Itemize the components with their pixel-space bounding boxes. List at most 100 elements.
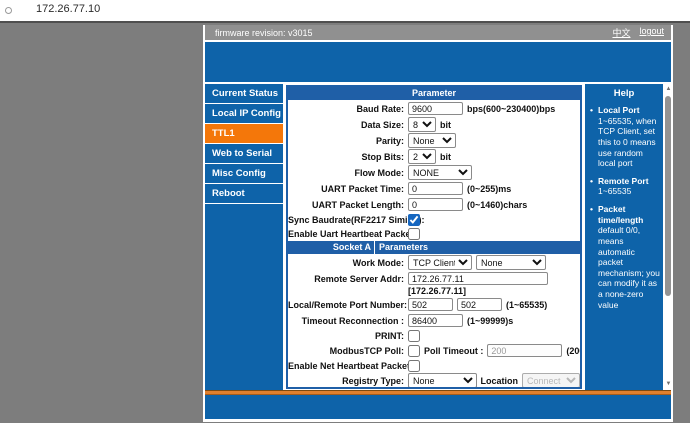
sync-baudrate-row: Sync Baudrate(RF2217 Similar):	[288, 213, 580, 226]
modbus-poll-label: ModbusTCP Poll:	[329, 345, 404, 356]
site-circle-icon	[5, 7, 12, 14]
parity-label: Parity:	[375, 135, 404, 146]
baud-rate-row: Baud Rate: bps(600~230400)bps	[288, 101, 580, 116]
sidebar-item-current-status[interactable]: Current Status	[205, 84, 283, 104]
sidebar-item-misc-config[interactable]: Misc Config	[205, 164, 283, 184]
bullet-icon: •	[590, 175, 593, 186]
uart-heartbeat-checkbox[interactable]	[408, 227, 420, 240]
scrollbar-thumb[interactable]	[665, 96, 671, 296]
uart-packet-time-row: UART Packet Time: (0~255)ms	[288, 181, 580, 196]
footer-bar	[205, 395, 671, 419]
sidebar-nav: Current Status Local IP Config TTL1 Web …	[205, 84, 283, 390]
uart-heartbeat-row: Enable Uart Heartbeat Packet:	[288, 227, 580, 240]
port-number-hint: (1~65535)	[506, 299, 548, 310]
sidebar-item-local-ip-config[interactable]: Local IP Config	[205, 104, 283, 124]
net-heartbeat-checkbox[interactable]	[408, 359, 420, 372]
remote-port-input[interactable]	[457, 298, 502, 311]
logout-link[interactable]: logout	[639, 26, 664, 39]
remote-server-current-row: [172.26.77.11]	[288, 286, 580, 296]
modbus-poll-checkbox[interactable]	[408, 344, 420, 357]
poll-timeout-input[interactable]	[487, 344, 563, 357]
firmware-revision-text: firmware revision: v3015	[215, 27, 313, 38]
uart-packet-length-hint: (0~1460)chars	[467, 199, 528, 210]
baud-rate-label: Baud Rate:	[356, 103, 404, 114]
parameter-table-header: Parameter	[288, 87, 580, 100]
timeout-reconnection-hint: (1~99999)s	[467, 315, 514, 326]
bullet-icon: •	[590, 105, 593, 115]
work-mode-a-sub-select[interactable]: None	[476, 255, 546, 270]
remote-server-input[interactable]	[408, 272, 548, 285]
parity-row: Parity: None	[288, 133, 580, 148]
content-area: Current Status Local IP Config TTL1 Web …	[205, 84, 671, 390]
registry-type-label: Registry Type:	[342, 375, 404, 386]
socket-a-subtitle: Parameters	[379, 242, 429, 252]
uart-packet-time-hint: (0~255)ms	[467, 183, 512, 194]
port-number-row: Local/Remote Port Number: (1~65535)	[288, 297, 580, 312]
data-size-row: Data Size: 8 bit	[288, 117, 580, 132]
registry-type-select[interactable]: None	[408, 373, 477, 387]
work-mode-a-row: Work Mode: TCP Client None	[288, 255, 580, 270]
uart-packet-length-label: UART Packet Length:	[311, 199, 404, 210]
port-number-label: Local/Remote Port Number:	[288, 299, 408, 310]
help-item-local-port: • Local Port 1~65535, when TCP Client, se…	[590, 105, 657, 169]
flow-mode-select[interactable]: NONE	[408, 165, 472, 180]
stop-bits-row: Stop Bits: 2 bit	[288, 149, 580, 164]
net-heartbeat-label: Enable Net Heartbeat Packet:	[288, 360, 414, 371]
print-checkbox[interactable]	[408, 329, 420, 342]
uart-packet-time-label: UART Packet Time:	[321, 183, 404, 194]
scroll-up-icon[interactable]: ▲	[664, 85, 671, 94]
baud-rate-hint: bps(600~230400)bps	[467, 103, 556, 114]
remote-server-row: Remote Server Addr:	[288, 271, 580, 286]
language-link[interactable]: 中文	[612, 26, 630, 39]
local-port-input[interactable]	[408, 298, 453, 311]
uart-packet-time-input[interactable]	[408, 182, 463, 195]
vertical-scrollbar[interactable]: ▲ ▼	[664, 84, 671, 390]
work-mode-a-label: Work Mode:	[352, 257, 404, 268]
modbus-poll-row: ModbusTCP Poll: Poll Timeout : (200~9999…	[288, 343, 580, 358]
help-panel: Help • Local Port 1~65535, when TCP Clien…	[585, 84, 663, 390]
browser-strip: 172.26.77.10	[0, 0, 690, 21]
sidebar-item-reboot[interactable]: Reboot	[205, 184, 283, 204]
sync-baudrate-label: Sync Baudrate(RF2217 Similar):	[288, 214, 425, 225]
work-mode-a-select[interactable]: TCP Client	[408, 255, 472, 270]
bullet-icon: •	[590, 204, 593, 214]
stop-bits-label: Stop Bits:	[361, 151, 405, 162]
parameter-table: Parameter Baud Rate: bps(600~230400)bps …	[286, 85, 582, 389]
remote-server-current: [172.26.77.11]	[408, 286, 467, 296]
flow-mode-row: Flow Mode: NONE	[288, 165, 580, 180]
header-banner	[205, 42, 671, 82]
flow-mode-label: Flow Mode:	[354, 167, 405, 178]
print-row: PRINT:	[288, 329, 580, 342]
registry-type-row: Registry Type: None Location Connect Wit…	[288, 373, 580, 387]
data-size-hint: bit	[440, 119, 451, 130]
address-url: 172.26.77.10	[36, 3, 101, 15]
timeout-reconnection-input[interactable]	[408, 314, 463, 327]
uart-packet-length-input[interactable]	[408, 198, 463, 211]
scroll-down-icon[interactable]: ▼	[664, 380, 671, 389]
help-title: Help	[613, 88, 635, 99]
uart-packet-length-row: UART Packet Length: (0~1460)chars	[288, 197, 580, 212]
timeout-reconnection-label: Timeout Reconnection :	[301, 315, 404, 326]
firmware-bar: firmware revision: v3015 中文 logout	[205, 25, 671, 40]
sync-baudrate-checkbox[interactable]	[408, 213, 420, 226]
remote-server-label: Remote Server Addr:	[314, 273, 404, 284]
timeout-reconnection-row: Timeout Reconnection : (1~99999)s	[288, 313, 580, 328]
parity-select[interactable]: None	[408, 133, 456, 148]
sidebar-item-web-to-serial[interactable]: Web to Serial	[205, 144, 283, 164]
browser-viewport: firmware revision: v3015 中文 logout Curre…	[0, 21, 690, 423]
socket-a-title: Socket A	[288, 241, 375, 254]
poll-timeout-label: Poll Timeout :	[424, 345, 484, 356]
data-size-label: Data Size:	[360, 119, 404, 130]
location-select[interactable]: Connect With	[522, 373, 580, 387]
help-list: • Local Port 1~65535, when TCP Client, se…	[587, 103, 661, 310]
socket-a-section-header: Socket A Parameters	[288, 241, 580, 254]
uart-heartbeat-label: Enable Uart Heartbeat Packet:	[288, 228, 417, 239]
data-size-select[interactable]: 8	[408, 117, 436, 132]
device-config-page: firmware revision: v3015 中文 logout Curre…	[203, 25, 673, 422]
stop-bits-select[interactable]: 2	[408, 149, 436, 164]
baud-rate-input[interactable]	[408, 102, 463, 115]
help-item-packet-time-length: • Packet time/length default 0/0, means a…	[590, 204, 660, 310]
stop-bits-hint: bit	[440, 151, 451, 162]
sidebar-item-ttl1[interactable]: TTL1	[205, 124, 283, 144]
help-item-remote-port: • Remote Port 1~65535	[590, 175, 649, 197]
